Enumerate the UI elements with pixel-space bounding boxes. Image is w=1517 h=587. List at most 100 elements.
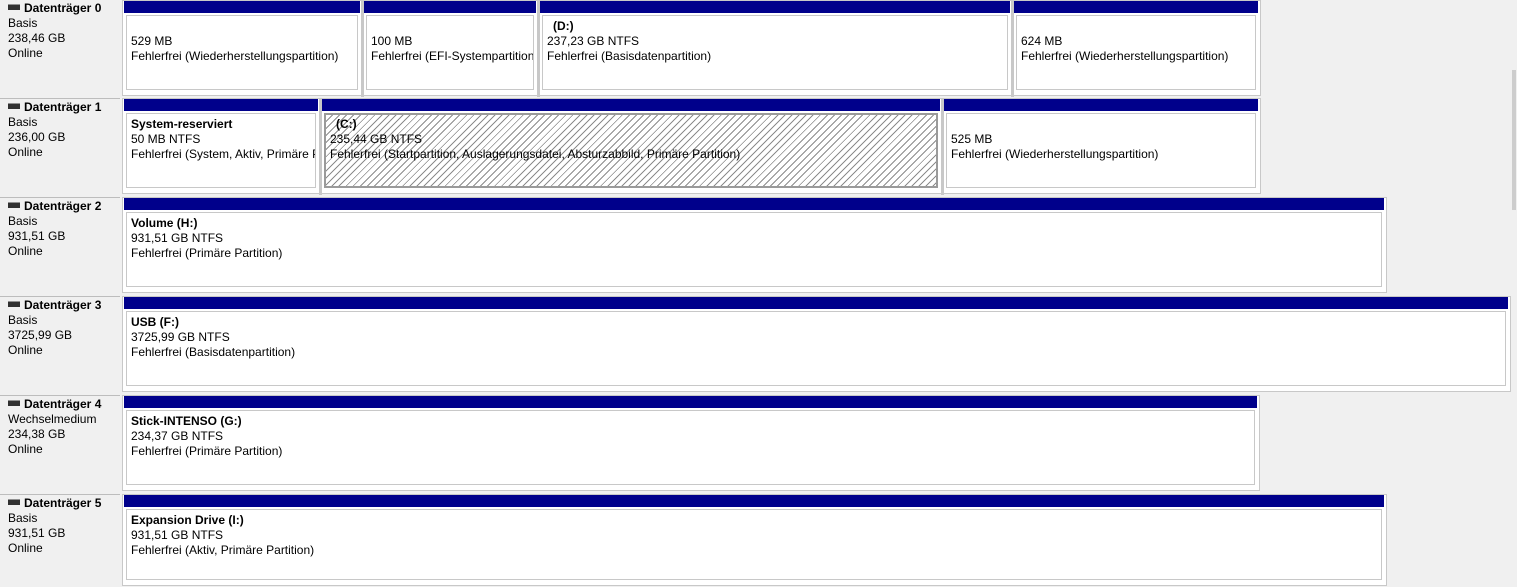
disk-size: 238,46 GB — [8, 31, 66, 45]
disk-partitions-5: Expansion Drive (I:) 931,51 GB NTFS Fehl… — [122, 494, 1387, 586]
partition[interactable]: 624 MB Fehlerfrei (Wiederherstellungspar… — [1013, 1, 1259, 97]
partition-body: 529 MB Fehlerfrei (Wiederherstellungspar… — [126, 15, 358, 90]
partition[interactable]: Expansion Drive (I:) 931,51 GB NTFS Fehl… — [123, 495, 1385, 587]
partition-bar — [944, 99, 1258, 111]
disk-type: Basis — [8, 214, 38, 228]
partition-name: USB (F:) — [131, 315, 179, 329]
partition[interactable]: Stick-INTENSO (G:) 234,37 GB NTFS Fehler… — [123, 396, 1258, 492]
partition-status: Fehlerfrei (Primäre Partition) — [131, 444, 283, 458]
disk-partitions-3: USB (F:) 3725,99 GB NTFS Fehlerfrei (Bas… — [122, 296, 1511, 392]
partition-status: Fehlerfrei (EFI-Systempartition) — [371, 49, 534, 63]
partition-status: Fehlerfrei (Wiederherstellungspartition) — [131, 49, 339, 63]
partition-bar — [124, 297, 1508, 309]
partition-size: 50 MB NTFS — [131, 132, 201, 146]
partition-status: Fehlerfrei (Basisdatenpartition) — [131, 345, 296, 359]
disk-status: Online — [8, 343, 43, 357]
partition-size: 931,51 GB NTFS — [131, 231, 224, 245]
partition-status: Fehlerfrei (Startpartition, Auslagerungs… — [330, 147, 741, 161]
partition-selected[interactable]: (C:) 235,44 GB NTFS Fehlerfrei (Startpar… — [321, 99, 941, 195]
disk-info-5[interactable]: Datenträger 5 Basis 931,51 GB Online — [0, 494, 120, 587]
hard-disk-icon — [8, 103, 20, 109]
partition-bar — [124, 198, 1384, 210]
disk-management-graphical-view: { "disks": [ { "title": "Datenträger 0",… — [0, 0, 1517, 587]
partition-body: 525 MB Fehlerfrei (Wiederherstellungspar… — [946, 113, 1256, 188]
disk-partitions-4: Stick-INTENSO (G:) 234,37 GB NTFS Fehler… — [122, 395, 1260, 491]
disk-size: 234,38 GB — [8, 427, 66, 441]
partition-name: Expansion Drive (I:) — [131, 513, 244, 527]
partition-size: 235,44 GB NTFS — [330, 132, 423, 146]
partition-bar — [364, 1, 536, 13]
disk-title: Datenträger 1 — [8, 100, 101, 115]
hard-disk-icon — [8, 202, 20, 208]
partition-body: Expansion Drive (I:) 931,51 GB NTFS Fehl… — [126, 509, 1382, 580]
partition-bar — [124, 99, 318, 111]
disk-type: Basis — [8, 511, 38, 525]
partition-name: Volume (H:) — [131, 216, 198, 230]
disk-info-1[interactable]: Datenträger 1 Basis 236,00 GB Online — [0, 98, 120, 198]
partition-bar — [124, 1, 360, 13]
disk-size: 931,51 GB — [8, 229, 66, 243]
partition-body: USB (F:) 3725,99 GB NTFS Fehlerfrei (Bas… — [126, 311, 1506, 386]
disk-status: Online — [8, 541, 43, 555]
partition-body: System-reserviert 50 MB NTFS Fehlerfrei … — [126, 113, 316, 188]
disk-type: Wechselmedium — [8, 412, 97, 426]
partition-status: Fehlerfrei (Wiederherstellungspartition) — [1021, 49, 1229, 63]
partition-size: 529 MB — [131, 34, 173, 48]
partition-name: (D:) — [553, 19, 574, 33]
disk-title: Datenträger 5 — [8, 496, 101, 511]
partition[interactable]: Volume (H:) 931,51 GB NTFS Fehlerfrei (P… — [123, 198, 1385, 294]
partition-status: Fehlerfrei (System, Aktiv, Primäre Parti… — [131, 147, 315, 161]
disk-size: 931,51 GB — [8, 526, 66, 540]
disk-row-1: Datenträger 1 Basis 236,00 GB Online Sys… — [0, 98, 1261, 198]
scrollbar-thumb[interactable] — [1512, 70, 1516, 210]
partition[interactable]: (D:) 237,23 GB NTFS Fehlerfrei (Basisdat… — [539, 1, 1011, 97]
disk-info-4[interactable]: Datenträger 4 Wechselmedium 234,38 GB On… — [0, 395, 120, 495]
hard-disk-icon — [8, 499, 20, 505]
disk-partitions-2: Volume (H:) 931,51 GB NTFS Fehlerfrei (P… — [122, 197, 1387, 293]
disk-type: Basis — [8, 115, 38, 129]
disk-size: 3725,99 GB — [8, 328, 73, 342]
disk-title: Datenträger 0 — [8, 1, 101, 16]
partition[interactable]: 100 MB Fehlerfrei (EFI-Systempartition) — [363, 1, 537, 97]
disk-row-3: Datenträger 3 Basis 3725,99 GB Online US… — [0, 296, 1511, 396]
partition-size: 3725,99 GB NTFS — [131, 330, 230, 344]
partition-size: 237,23 GB NTFS — [547, 34, 640, 48]
partition-size: 234,37 GB NTFS — [131, 429, 224, 443]
disk-info-0[interactable]: Datenträger 0 Basis 238,46 GB Online — [0, 0, 120, 99]
disk-status: Online — [8, 46, 43, 60]
partition[interactable]: System-reserviert 50 MB NTFS Fehlerfrei … — [123, 99, 319, 195]
disk-status: Online — [8, 145, 43, 159]
disk-partitions-0: 529 MB Fehlerfrei (Wiederherstellungspar… — [122, 0, 1261, 97]
partition-body: Volume (H:) 931,51 GB NTFS Fehlerfrei (P… — [126, 212, 1382, 287]
hard-disk-icon — [8, 400, 20, 406]
disk-row-4: Datenträger 4 Wechselmedium 234,38 GB On… — [0, 395, 1260, 495]
disk-info-3[interactable]: Datenträger 3 Basis 3725,99 GB Online — [0, 296, 120, 396]
disk-info-2[interactable]: Datenträger 2 Basis 931,51 GB Online — [0, 197, 120, 297]
partition-name: Stick-INTENSO (G:) — [131, 414, 242, 428]
partition-status: Fehlerfrei (Primäre Partition) — [131, 246, 283, 260]
partition-name: (C:) — [336, 117, 357, 131]
partition[interactable]: USB (F:) 3725,99 GB NTFS Fehlerfrei (Bas… — [123, 297, 1509, 393]
disk-status: Online — [8, 244, 43, 258]
partition-size: 624 MB — [1021, 34, 1063, 48]
disk-title: Datenträger 4 — [8, 397, 101, 412]
partition[interactable]: 529 MB Fehlerfrei (Wiederherstellungspar… — [123, 1, 361, 97]
disk-title: Datenträger 3 — [8, 298, 101, 313]
partition-body: 624 MB Fehlerfrei (Wiederherstellungspar… — [1016, 15, 1256, 90]
partition-size: 931,51 GB NTFS — [131, 528, 224, 542]
partition[interactable]: 525 MB Fehlerfrei (Wiederherstellungspar… — [943, 99, 1259, 195]
disk-row-2: Datenträger 2 Basis 931,51 GB Online Vol… — [0, 197, 1387, 297]
disk-row-0: Datenträger 0 Basis 238,46 GB Online 529… — [0, 0, 1261, 99]
hard-disk-icon — [8, 301, 20, 307]
partition-bar — [124, 495, 1384, 507]
partition-size: 100 MB — [371, 34, 413, 48]
partition-body: (C:) 235,44 GB NTFS Fehlerfrei (Startpar… — [324, 113, 938, 188]
partition-bar — [1014, 1, 1258, 13]
partition-bar — [124, 396, 1257, 408]
disk-status: Online — [8, 442, 43, 456]
disk-row-5: Datenträger 5 Basis 931,51 GB Online Exp… — [0, 494, 1387, 587]
hard-disk-icon — [8, 4, 20, 10]
partition-status: Fehlerfrei (Aktiv, Primäre Partition) — [131, 543, 315, 557]
partition-name: System-reserviert — [131, 117, 233, 131]
vertical-scrollbar[interactable] — [1511, 0, 1517, 586]
